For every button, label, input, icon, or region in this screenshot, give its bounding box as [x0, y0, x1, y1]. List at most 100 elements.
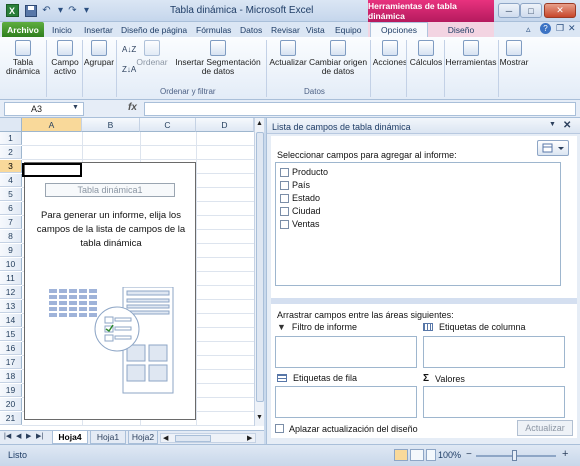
- window-restore-icon[interactable]: ❐: [556, 23, 564, 34]
- horizontal-scrollbar[interactable]: ◀ ▶: [160, 433, 256, 443]
- prev-sheet-icon[interactable]: ◀: [16, 432, 21, 440]
- row-header[interactable]: 13: [0, 300, 22, 313]
- workbook-close-icon[interactable]: ✕: [568, 23, 576, 34]
- sheet-tab-hoja1[interactable]: Hoja1: [90, 431, 126, 444]
- row-header[interactable]: 15: [0, 328, 22, 341]
- tab-insert[interactable]: Insertar: [84, 22, 113, 37]
- column-header[interactable]: A: [22, 118, 82, 132]
- save-icon[interactable]: [24, 4, 37, 17]
- pivot-table-placeholder[interactable]: Tabla dinámica1 Para generar un informe,…: [24, 162, 196, 420]
- row-header[interactable]: 9: [0, 244, 22, 257]
- row-header[interactable]: 8: [0, 230, 22, 243]
- next-sheet-icon[interactable]: ▶: [26, 432, 31, 440]
- worksheet[interactable]: A B C D 1 2 3 4 5 6 7 8 9 10 11 12 13 14 15 16 17 18 19 20 2…: [0, 118, 264, 430]
- field-item[interactable]: Producto: [280, 167, 328, 177]
- tab-data[interactable]: Datos: [240, 22, 262, 37]
- zoom-slider-thumb[interactable]: [512, 450, 517, 461]
- tab-team[interactable]: Equipo: [335, 22, 361, 37]
- group-button[interactable]: Agrupar: [84, 40, 114, 67]
- sort-button[interactable]: Ordenar: [136, 40, 168, 67]
- pane-options-icon[interactable]: ▼: [549, 121, 556, 128]
- help-icon[interactable]: ?: [540, 23, 551, 34]
- sheet-tab-hoja4[interactable]: Hoja4: [52, 431, 88, 444]
- field-item[interactable]: Ventas: [280, 219, 320, 229]
- tab-view[interactable]: Vista: [306, 22, 325, 37]
- actions-button[interactable]: Acciones: [372, 40, 408, 67]
- values-dropzone[interactable]: [423, 386, 565, 418]
- redo-icon[interactable]: ↷: [66, 4, 79, 17]
- normal-view-icon[interactable]: [394, 449, 408, 461]
- row-header[interactable]: 11: [0, 272, 22, 285]
- field-checkbox[interactable]: [280, 219, 289, 229]
- tab-design[interactable]: Diseño: [432, 22, 490, 37]
- column-header[interactable]: C: [140, 118, 196, 132]
- row-header[interactable]: 10: [0, 258, 22, 271]
- defer-update-checkbox[interactable]: [275, 424, 284, 433]
- column-header[interactable]: B: [82, 118, 140, 132]
- tab-home[interactable]: Inicio: [52, 22, 72, 37]
- sheet-tab-hoja2[interactable]: Hoja2: [128, 431, 158, 444]
- field-checkbox[interactable]: [280, 167, 289, 177]
- zoom-out-icon[interactable]: −: [466, 449, 472, 460]
- select-all-corner[interactable]: [0, 118, 22, 132]
- horizontal-scroll-thumb[interactable]: [175, 435, 211, 442]
- row-header[interactable]: 5: [0, 188, 22, 201]
- customize-qat-icon[interactable]: ▾: [80, 4, 93, 17]
- close-button[interactable]: ✕: [544, 3, 576, 18]
- scroll-right-icon[interactable]: ▶: [247, 434, 252, 442]
- tab-formulas[interactable]: Fórmulas: [196, 22, 231, 37]
- first-sheet-icon[interactable]: |◀: [4, 432, 11, 440]
- row-header[interactable]: 17: [0, 356, 22, 369]
- field-item[interactable]: Ciudad: [280, 206, 321, 216]
- active-field-button[interactable]: Campo activo: [48, 40, 82, 76]
- page-layout-view-icon[interactable]: [410, 449, 424, 461]
- row-header[interactable]: 3: [0, 160, 22, 173]
- active-cell[interactable]: [22, 163, 82, 177]
- column-labels-dropzone[interactable]: [423, 336, 565, 368]
- maximize-button[interactable]: □: [520, 3, 542, 18]
- row-header[interactable]: 1: [0, 132, 22, 145]
- refresh-button[interactable]: Actualizar: [268, 40, 308, 67]
- zoom-in-icon[interactable]: +: [562, 448, 568, 460]
- field-checkbox[interactable]: [280, 193, 289, 203]
- undo-icon[interactable]: ↶: [40, 4, 53, 17]
- scroll-left-icon[interactable]: ◀: [163, 434, 168, 442]
- zoom-level[interactable]: 100%: [438, 450, 461, 460]
- row-header[interactable]: 7: [0, 216, 22, 229]
- row-labels-dropzone[interactable]: [275, 386, 417, 418]
- row-header[interactable]: 2: [0, 146, 22, 159]
- row-header[interactable]: 4: [0, 174, 22, 187]
- formula-input[interactable]: [144, 102, 576, 116]
- tab-options[interactable]: Opciones: [370, 22, 428, 37]
- row-header[interactable]: 14: [0, 314, 22, 327]
- column-header[interactable]: D: [196, 118, 254, 132]
- scroll-down-icon[interactable]: ▼: [256, 414, 263, 421]
- field-checkbox[interactable]: [280, 180, 289, 190]
- field-checkbox[interactable]: [280, 206, 289, 216]
- show-button[interactable]: Mostrar: [498, 40, 530, 67]
- sort-za-icon[interactable]: Z↓A: [122, 65, 136, 74]
- minimize-ribbon-icon[interactable]: ▵: [526, 24, 531, 35]
- last-sheet-icon[interactable]: ▶|: [36, 432, 43, 440]
- tab-file[interactable]: Archivo: [2, 22, 44, 37]
- row-header[interactable]: 21: [0, 412, 22, 425]
- field-item[interactable]: País: [280, 180, 310, 190]
- chevron-down-icon[interactable]: ▼: [72, 104, 79, 111]
- field-layout-button[interactable]: [537, 140, 569, 156]
- calculations-button[interactable]: Cálculos: [408, 40, 444, 67]
- report-filter-dropzone[interactable]: [275, 336, 417, 368]
- insert-slicer-button[interactable]: Insertar Segmentación de datos: [172, 40, 264, 76]
- minimize-button[interactable]: ─: [498, 3, 520, 18]
- row-header[interactable]: 19: [0, 384, 22, 397]
- row-header[interactable]: 6: [0, 202, 22, 215]
- row-header[interactable]: 20: [0, 398, 22, 411]
- close-icon[interactable]: ✕: [563, 120, 571, 131]
- sort-az-icon[interactable]: A↓Z: [122, 45, 136, 54]
- row-header[interactable]: 18: [0, 370, 22, 383]
- tools-button[interactable]: Herramientas: [445, 40, 497, 67]
- change-source-button[interactable]: Cambiar origen de datos: [308, 40, 368, 76]
- pivot-table-button[interactable]: Tabla dinámica: [4, 40, 42, 76]
- scroll-up-icon[interactable]: ▲: [256, 120, 263, 127]
- insert-function-icon[interactable]: fx: [128, 102, 137, 113]
- tab-page-layout[interactable]: Diseño de página: [121, 22, 187, 37]
